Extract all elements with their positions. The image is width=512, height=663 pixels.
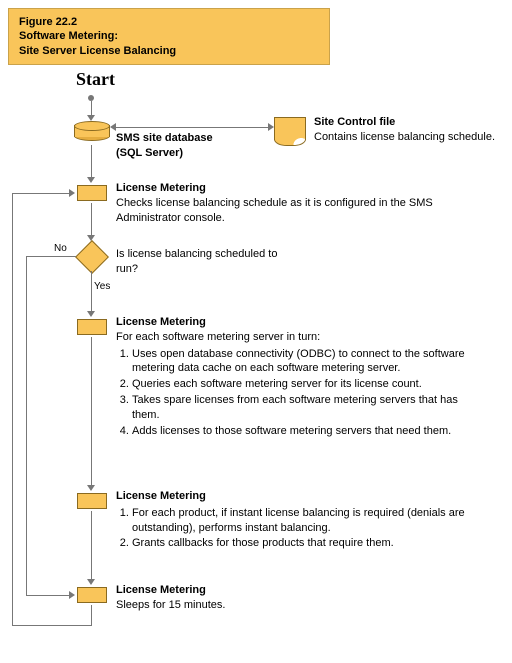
arrow-db-lm1 [87,177,95,183]
edge-no-v [26,256,27,595]
edge-no-h1 [26,256,76,257]
edge-lm3-lm4 [91,511,92,581]
site-control-file-icon [274,117,306,140]
arrow-loop-lm1 [69,189,75,197]
edge-loop-v1 [91,605,92,625]
figure-title-box: Figure 22.2 Software Metering: Site Serv… [8,8,330,65]
edge-lm1-dec [91,203,92,237]
arrow-dec-lm2 [87,311,95,317]
lm4-node [77,587,107,603]
arrow-lm2-lm3 [87,485,95,491]
decision-no: No [54,243,67,254]
lm2-list: Uses open database connectivity (ODBC) t… [116,347,476,439]
lm4-heading: License Metering [116,583,416,598]
lm2-node [77,319,107,335]
site-control-text: Contains license balancing schedule. [314,130,500,145]
db-label-line2: (SQL Server) [116,146,256,161]
arrow-db-sitectl-right [268,123,274,131]
lm1-text: Checks license balancing schedule as it … [116,196,446,226]
lm4-label: License Metering Sleeps for 15 minutes. [116,583,416,613]
edge-loop-v2 [12,193,13,625]
figure-number: Figure 22.2 [19,15,319,29]
lm2-item-2: Queries each software metering server fo… [132,377,476,392]
decision-label: Is license balancing scheduled to run? [116,247,296,277]
lm3-item-1: For each product, if instant license bal… [132,506,486,536]
lm3-node [77,493,107,509]
edge-db-lm1 [91,145,92,179]
decision-yes: Yes [94,281,110,292]
edge-dec-lm2 [91,271,92,313]
site-control-heading: Site Control file [314,115,500,130]
lm3-list: For each product, if instant license bal… [116,506,486,552]
lm1-node [77,185,107,201]
edge-lm2-lm3 [91,337,92,487]
lm2-item-3: Takes spare licenses from each software … [132,393,476,423]
db-label: SMS site database (SQL Server) [116,131,256,161]
db-label-line1: SMS site database [116,131,256,146]
figure-title-line2: Site Server License Balancing [19,44,319,58]
edge-loop-h2 [12,193,70,194]
lm4-text: Sleeps for 15 minutes. [116,598,416,613]
edge-no-h2 [26,595,70,596]
arrow-lm3-lm4 [87,579,95,585]
lm2-item-1: Uses open database connectivity (ODBC) t… [132,347,476,377]
db-icon [74,121,110,141]
decision-node [75,240,109,274]
lm2-item-4: Adds licenses to those software metering… [132,424,476,439]
lm3-item-2: Grants callbacks for those products that… [132,536,486,551]
lm2-intro: For each software metering server in tur… [116,330,476,345]
lm3-label: License Metering For each product, if in… [116,489,486,552]
lm2-label: License Metering For each software meter… [116,315,476,440]
arrow-no-lm4 [69,591,75,599]
edge-db-sitectl [114,127,270,128]
figure-title-line1: Software Metering: [19,29,319,43]
lm3-heading: License Metering [116,489,486,504]
lm1-heading: License Metering [116,181,446,196]
edge-loop-h [12,625,92,626]
site-control-file-label: Site Control file Contains license balan… [314,115,500,145]
lm1-label: License Metering Checks license balancin… [116,181,446,226]
flowchart: Start SMS site database (SQL Server) Sit… [8,65,504,655]
arrow-db-sitectl-left [110,123,116,131]
start-label: Start [76,69,115,90]
lm2-heading: License Metering [116,315,476,330]
